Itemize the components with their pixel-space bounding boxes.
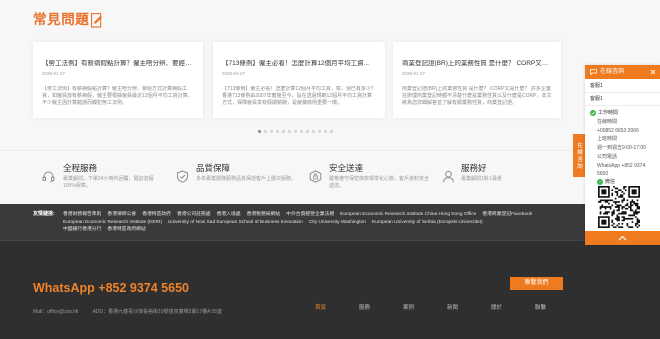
agent-item[interactable]: 客服1 <box>585 80 660 93</box>
shield-icon <box>309 170 322 183</box>
close-icon[interactable] <box>650 69 656 75</box>
chevron-up-icon <box>618 235 627 241</box>
faq-card-excerpt: 【勞工法例】有薪病假點計算？僱主唔分辨、要經方式計算病假工資，如僱員放有薪病假，… <box>42 86 193 106</box>
feature-title: 服務好 <box>461 163 487 173</box>
footer-mail[interactable]: Mail：office@zso.hk <box>33 308 79 316</box>
feature-title: 品質保障 <box>196 163 231 173</box>
friendly-links-label: 友情鏈接: <box>33 211 55 217</box>
footer-nav-item[interactable]: 案例 <box>403 304 447 312</box>
footer: WhatsApp +852 9374 5650 聯繫我們 首頁 服務 案例 新聞 關於聯… <box>0 240 660 339</box>
contact-detail-line: 週一到週五9:00-17:00 <box>597 145 646 152</box>
wechat-icon <box>597 179 603 185</box>
online-consult-widget: 在線咨詢 客服1 客服1 工作時間 在線時間 +00852 6653 2066 上班… <box>585 65 660 245</box>
carousel-pagination <box>258 130 333 133</box>
friendly-link[interactable]: 中外合資經營企業法規 <box>286 211 334 219</box>
pagination-dot[interactable] <box>294 130 297 133</box>
faq-card-title[interactable]: 【713條例】僱主必看！怎麼計算12個月平均工資... <box>222 60 376 68</box>
online-consult-tab[interactable]: 在線咨詢 <box>573 134 585 177</box>
pagination-dot[interactable] <box>288 130 291 133</box>
headset-icon <box>42 171 55 183</box>
faq-section: 常見問題 【勞工法例】有薪病假點計算？僱主唔分辨、要經方... 2026-01-… <box>0 0 660 150</box>
pagination-dot[interactable] <box>258 130 261 133</box>
check-circle-icon <box>590 110 596 116</box>
pagination-dot[interactable] <box>330 130 333 133</box>
user-icon <box>443 170 454 183</box>
working-hours-label: 工作時間 <box>598 110 619 116</box>
agent-item[interactable]: 客服1 <box>585 93 660 106</box>
pagination-dot[interactable] <box>270 130 273 133</box>
faq-card[interactable]: 商業登記證(BR)上的業務性質 是什麼？ CORP又是什麼？ 2026-01-2… <box>393 42 561 118</box>
widget-header: 在線咨詢 <box>585 65 660 79</box>
contact-detail-line: WhatsApp +852 9374 5650 <box>597 162 646 178</box>
footer-nav-item[interactable]: 服務 <box>359 304 403 312</box>
faq-card-title[interactable]: 【勞工法例】有薪病假點計算？僱主唔分辨、要經方... <box>42 60 194 68</box>
contact-info: Mail：office@zso.hk ADD：香港九龍長沙灣長裕街10號億京廣場… <box>33 308 222 316</box>
friendly-links-band: 友情鏈接: 香港財務報告準則 香港律師公會 香港特區政府 香港公司註冊處 香港入境處 香港… <box>0 204 660 240</box>
contact-detail-line: 上班時間 <box>597 136 618 143</box>
feature-desc: 專業顧問1對1溝通 <box>461 176 502 182</box>
friendly-link[interactable]: 香港公司註冊處 <box>177 211 211 219</box>
pagination-dot[interactable] <box>306 130 309 133</box>
feature-desc: 多年專業團隊服務品質保證客戶上層次服務。 <box>196 176 297 182</box>
badge-icon <box>177 170 188 183</box>
wechat-label: 微信 <box>605 179 616 185</box>
pagination-dot[interactable] <box>318 130 321 133</box>
back-to-top-button[interactable] <box>585 231 660 245</box>
features-band: 全程服務 專業顧問，下單24小時內回覆，隨訪流程100%保障。 品質保障 多年專… <box>0 150 660 204</box>
chat-bubble-icon <box>590 69 597 75</box>
friendly-links-list: 香港財務報告準則 香港律師公會 香港特區政府 香港公司註冊處 香港入境處 香港税務局網站中… <box>63 211 532 234</box>
contact-detail-line: 在線時間 <box>597 119 618 125</box>
faq-title: 常見問題 <box>33 12 90 27</box>
friendly-link[interactable]: European Economic Research Institute (EE… <box>63 219 162 227</box>
feature-title: 安全送達 <box>329 163 364 173</box>
friendly-link[interactable]: 香港税務局網站 <box>247 211 281 219</box>
friendly-link[interactable]: 香港商業登記Facebook <box>482 211 532 219</box>
pagination-dot[interactable] <box>312 130 315 133</box>
faq-card-date: 2026-01-27 <box>402 71 426 76</box>
footer-nav-item[interactable]: 聯繫 <box>535 304 579 312</box>
feature-title: 全程服務 <box>63 163 98 173</box>
friendly-link[interactable]: 香港財務報告準則 <box>63 211 101 219</box>
footer-nav-item[interactable]: 新聞 <box>447 304 491 312</box>
friendly-link[interactable]: University of Novi Sad European School o… <box>168 219 303 227</box>
friendly-link[interactable]: 中國銀行香港分行 <box>63 226 101 234</box>
wechat-qr-code <box>598 186 640 228</box>
friendly-link[interactable]: 香港特區政府 <box>142 211 171 219</box>
contact-us-button[interactable]: 聯繫我們 <box>510 277 563 290</box>
contact-detail-line: +00852 6653 2066 <box>597 127 639 134</box>
friendly-link[interactable]: 香港律師公會 <box>107 211 136 219</box>
widget-title: 在線咨詢 <box>600 69 625 75</box>
footer-address: ADD：香港九龍長沙灣長裕街10號億京廣場2期17樓A 05室 <box>92 309 223 315</box>
pagination-dot[interactable] <box>324 130 327 133</box>
friendly-link[interactable]: City University Washington <box>309 219 366 227</box>
pagination-dot[interactable] <box>300 130 303 133</box>
friendly-links-row: European Economic Research Institute (EE… <box>63 219 532 227</box>
friendly-link[interactable]: European University of Serbia (Evropski … <box>372 219 483 227</box>
friendly-link[interactable]: 香港特區政府網站 <box>107 226 145 234</box>
contact-details: 在線時間 +00852 6653 2066 上班時間週一到週五9:00-17:00 公… <box>597 118 653 179</box>
footer-nav: 首頁 服務 案例 新聞 關於 聯繫 <box>315 304 579 312</box>
pagination-dot[interactable] <box>276 130 279 133</box>
friendly-link[interactable]: European Economic Research Institute Chi… <box>340 211 476 219</box>
feature-desc: 專業顧問，下單24小時內回覆，隨訪流程100%保障。 <box>63 176 154 189</box>
friendly-link[interactable]: 香港入境處 <box>217 211 241 219</box>
faq-card[interactable]: 【713條例】僱主必看！怎麼計算12個月平均工資... 2026-01-27 【… <box>213 42 385 118</box>
faq-card-excerpt: 商業登記證(BR)上的業務性質 是什麼？ CORP又是什麼？ 許多企業在辦理商業… <box>402 86 552 106</box>
faq-card-excerpt: 【713條例】僱主必看！怎麼計算12個月平均工資，咁，現已有多少？香港713條例… <box>222 86 376 106</box>
faq-card[interactable]: 【勞工法例】有薪病假點計算？僱主唔分辨、要經方... 2026-01-27 【勞… <box>33 42 203 118</box>
friendly-links-row: 香港財務報告準則 香港律師公會 香港特區政府 香港公司註冊處 香港入境處 香港税務局網站中… <box>63 211 532 219</box>
footer-nav-item[interactable]: 首頁 <box>315 304 359 312</box>
faq-card-title[interactable]: 商業登記證(BR)上的業務性質 是什麼？ CORP又是什麼？ <box>402 60 552 68</box>
contact-detail-line: 公司電話 <box>597 153 618 160</box>
friendly-links-row: 中國銀行香港分行 香港特區政府網站 <box>63 226 532 234</box>
footer-nav-item[interactable]: 關於 <box>491 304 535 312</box>
pagination-dot[interactable] <box>264 130 267 133</box>
feature-desc: 嚴格遵守保密條款標準化心態，客戶資料安全送達。 <box>329 176 430 189</box>
whatsapp-number[interactable]: WhatsApp +852 9374 5650 <box>33 281 189 296</box>
faq-card-date: 2026-01-27 <box>222 71 246 76</box>
pagination-dot[interactable] <box>282 130 285 133</box>
faq-card-date: 2026-01-27 <box>42 71 66 76</box>
document-edit-icon <box>91 13 102 28</box>
